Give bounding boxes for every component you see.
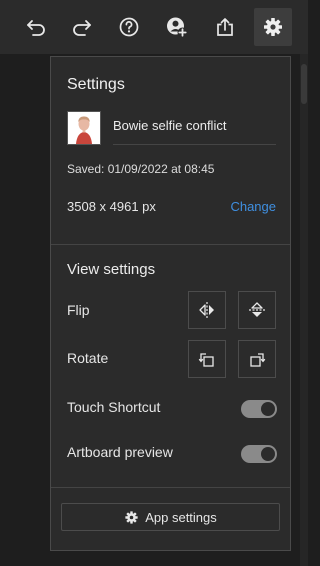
gear-icon [264,18,282,36]
artboard-preview-toggle[interactable] [241,445,277,463]
toggle-knob [261,402,275,416]
share-icon [217,18,233,36]
flip-horizontal-button[interactable] [188,291,226,329]
gear-icon [125,510,138,524]
portrait-thumbnail-icon [68,112,100,144]
view-settings-title: View settings [67,261,156,278]
artboard-preview-label: Artboard preview [67,444,173,460]
section-divider [51,244,290,245]
panel-title: Settings [67,76,125,93]
add-user-icon [167,17,188,38]
redo-button[interactable] [63,8,101,46]
rotate-label: Rotate [67,350,109,366]
help-button[interactable] [110,8,148,46]
footer-divider [51,487,290,488]
scrollbar-thumb[interactable] [301,64,307,104]
undo-icon [27,20,45,36]
app-settings-button[interactable]: App settings [61,503,280,531]
document-name-underline [113,144,276,145]
rotate-right-icon [250,353,266,367]
rotate-right-button[interactable] [238,340,276,378]
rotate-left-icon [198,353,214,367]
canvas-area [0,54,48,566]
settings-button[interactable] [254,8,292,46]
saved-timestamp: Saved: 01/09/2022 at 08:45 [67,162,215,176]
settings-panel: Settings Bowie selfie conflict Saved: 01… [50,56,291,551]
app-settings-label: App settings [145,509,217,525]
app-window: Settings Bowie selfie conflict Saved: 01… [0,0,308,566]
flip-label: Flip [67,302,90,318]
share-button[interactable] [206,8,244,46]
redo-icon [73,20,91,36]
document-thumbnail [67,111,101,145]
document-name[interactable]: Bowie selfie conflict [113,118,226,133]
help-icon [119,17,139,37]
undo-button[interactable] [17,8,55,46]
vertical-scrollbar[interactable] [300,54,308,566]
change-dimensions-link[interactable]: Change [230,199,276,214]
rotate-left-button[interactable] [188,340,226,378]
top-toolbar [0,0,308,54]
toggle-knob [261,447,275,461]
touch-shortcut-toggle[interactable] [241,400,277,418]
touch-shortcut-label: Touch Shortcut [67,399,161,415]
flip-vertical-button[interactable] [238,291,276,329]
flip-vertical-icon [249,302,265,317]
add-user-button[interactable] [158,8,196,46]
flip-horizontal-icon [199,302,214,318]
document-dimensions: 3508 x 4961 px [67,199,156,214]
